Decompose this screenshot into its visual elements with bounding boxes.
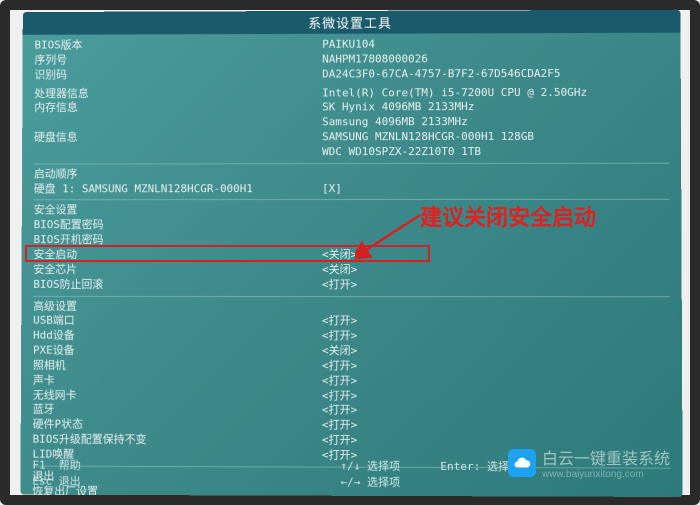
- boot-hd1-label[interactable]: 硬盘 1: SAMSUNG MZNLN128HCGR-000H1: [34, 182, 322, 197]
- bios-boot-pwd[interactable]: BIOS开机密码: [34, 233, 322, 248]
- advanced-header: 高级设置: [33, 299, 322, 314]
- adv-item-4-val[interactable]: <打开>: [322, 374, 670, 390]
- rollback-label[interactable]: BIOS防止回滚: [33, 278, 322, 293]
- title-bar: 系微设置工具: [23, 10, 681, 35]
- adv-item-2[interactable]: PXE设备: [33, 344, 322, 359]
- id-label: 识别码: [34, 67, 322, 82]
- adv-item-6-val[interactable]: <打开>: [322, 404, 670, 420]
- adv-item-0[interactable]: USB端口: [33, 314, 322, 329]
- adv-item-6[interactable]: 蓝牙: [33, 403, 322, 419]
- sec-chip-value[interactable]: <关闭>: [322, 263, 670, 278]
- serial-label: 序列号: [34, 53, 322, 69]
- adv-item-4[interactable]: 声卡: [33, 373, 322, 388]
- mem-value2: Samsung 4096MB 2133MHz: [322, 115, 669, 130]
- adv-item-3[interactable]: 照相机: [33, 359, 322, 374]
- watermark: 白云一键重装系统 www.baiyunxitong.com: [508, 445, 670, 480]
- boot-order-header: 启动顺序: [34, 167, 322, 182]
- secure-boot-label[interactable]: 安全启动: [33, 248, 322, 263]
- disk-value2: WDC WD10SPZX-22Z10T0 1TB: [322, 145, 669, 160]
- adv-item-0-val[interactable]: <打开>: [322, 314, 670, 329]
- mem-value1: SK Hynix 4096MB 2133MHz: [322, 100, 669, 116]
- security-header: 安全设置: [34, 203, 322, 218]
- secure-boot-value[interactable]: <关闭>: [322, 248, 669, 263]
- adv-item-5[interactable]: 无线网卡: [33, 388, 322, 403]
- bios-version-label: BIOS版本: [34, 38, 322, 54]
- cpu-value: Intel(R) Core(TM) i5-7200U CPU @ 2.50GHz: [322, 85, 669, 101]
- bios-cfg-pwd[interactable]: BIOS配置密码: [34, 218, 322, 233]
- cpu-label: 处理器信息: [34, 86, 322, 101]
- sec-chip-label[interactable]: 安全芯片: [33, 263, 322, 278]
- adv-item-1[interactable]: Hdd设备: [33, 329, 322, 344]
- adv-item-8[interactable]: BIOS升级配置保持不变: [33, 433, 322, 449]
- bios-screen: 系微设置工具 BIOS版本 PAIKU104 序列号 NAHPM17808000…: [20, 10, 682, 497]
- disk-label: 硬盘信息: [34, 130, 322, 145]
- adv-item-1-val[interactable]: <打开>: [322, 329, 670, 344]
- serial-value: NAHPM17808000026: [322, 52, 668, 68]
- adv-item-7-val[interactable]: <打开>: [322, 419, 670, 435]
- annotation-text: 建议关闭安全启动: [420, 200, 596, 232]
- adv-item-3-val[interactable]: <打开>: [322, 359, 670, 374]
- mem-label: 内存信息: [34, 101, 322, 116]
- id-value: DA24C3F0-67CA-4757-B7F2-67D546CDA2F5: [322, 66, 669, 82]
- cloud-icon: [508, 449, 536, 477]
- adv-item-5-val[interactable]: <打开>: [322, 389, 670, 405]
- disk-value1: SAMSUNG MZNLN128HCGR-000H1 128GB: [322, 130, 669, 145]
- bios-version-value: PAIKU104: [322, 37, 668, 53]
- boot-hd1-value[interactable]: [X]: [322, 181, 669, 196]
- rollback-value[interactable]: <打开>: [322, 278, 670, 293]
- adv-item-7[interactable]: 硬件P状态: [33, 418, 322, 434]
- adv-item-2-val[interactable]: <关闭>: [322, 344, 670, 359]
